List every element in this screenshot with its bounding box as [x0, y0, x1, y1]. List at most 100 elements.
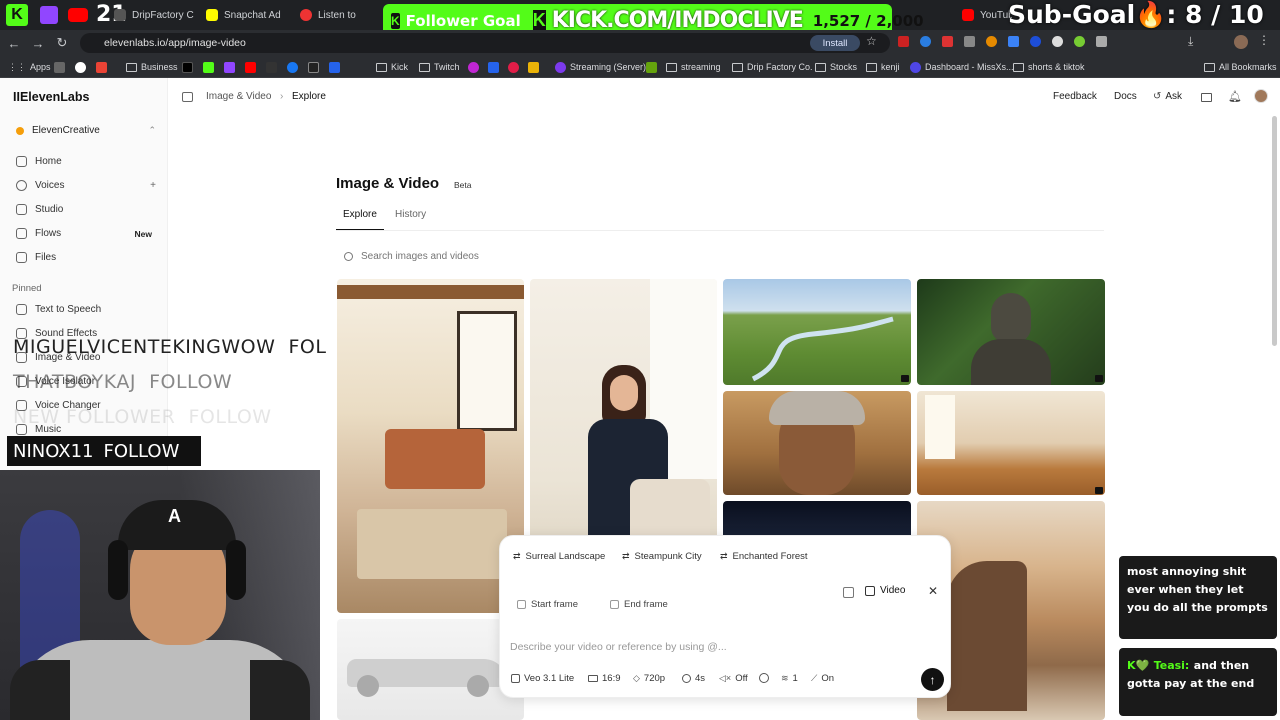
back-icon[interactable]: ← [4, 33, 24, 53]
gmail-icon[interactable] [96, 61, 107, 73]
bookmark-kenji[interactable]: kenji [866, 59, 900, 75]
bookmark-streaming-server[interactable]: Streaming (Server) [555, 59, 646, 75]
count-selector[interactable]: ≋ 1 [781, 673, 798, 684]
close-icon[interactable]: ✕ [928, 584, 938, 598]
gallery-image-buddha-jungle[interactable] [917, 279, 1105, 385]
start-frame-button[interactable]: Start frame [517, 599, 578, 610]
bookmark-streaming[interactable]: streaming [666, 59, 721, 75]
sidebar-item-home[interactable]: Home [16, 156, 62, 167]
studio-icon [16, 204, 27, 215]
browser-tab[interactable]: DripFactory C [108, 4, 198, 26]
bell-icon[interactable]: 🔔︎ [1228, 90, 1242, 103]
mode-selector[interactable]: Video [865, 585, 905, 596]
download-icon[interactable]: ⤓ [1188, 34, 1193, 49]
extension-icon[interactable] [266, 61, 277, 73]
search-input[interactable] [361, 250, 761, 262]
extension-icon[interactable] [508, 61, 519, 73]
reload-icon[interactable]: ↻ [52, 33, 72, 53]
extension-icon[interactable] [920, 36, 931, 47]
end-frame-button[interactable]: End frame [610, 599, 668, 610]
browser-tab[interactable]: YouTube [956, 4, 1012, 26]
negative-prompt-button[interactable] [759, 673, 769, 683]
shopify-icon[interactable] [646, 61, 657, 73]
google-icon[interactable] [75, 61, 86, 73]
prompt-input[interactable]: Describe your video or reference by usin… [510, 641, 930, 653]
browser-tab[interactable]: Snapchat Ad [200, 4, 290, 26]
gallery-image-hallway[interactable] [917, 391, 1105, 495]
image-mode-icon[interactable] [843, 587, 854, 598]
person-face [610, 375, 638, 411]
profile-avatar[interactable] [1234, 35, 1248, 49]
bookmark-drip-factory[interactable]: Drip Factory Co. [732, 59, 813, 75]
ask-button[interactable]: ↺ Ask [1153, 91, 1182, 102]
forward-icon[interactable]: → [28, 33, 48, 53]
bookmark-shorts[interactable]: shorts & tiktok [1013, 59, 1085, 75]
audio-toggle[interactable]: ◁× Off [719, 673, 748, 684]
user-avatar[interactable] [1254, 89, 1268, 103]
sidebar-item-files[interactable]: Files [16, 252, 56, 263]
bookmark-twitch[interactable]: Twitch [419, 59, 460, 75]
extension-icon[interactable] [308, 61, 319, 73]
extension-icon[interactable] [1030, 36, 1041, 47]
kick-icon[interactable] [203, 61, 214, 73]
suggestion-label: Surreal Landscape [525, 550, 606, 562]
address-bar[interactable]: elevenlabs.io/app/image-video [80, 33, 890, 53]
search-bar[interactable] [336, 245, 1104, 267]
puzzle-icon[interactable] [1096, 36, 1107, 47]
browser-tab[interactable]: Listen to [294, 4, 380, 26]
install-button[interactable]: Install [810, 35, 860, 51]
folder-icon[interactable] [1201, 93, 1212, 102]
submit-button[interactable]: ↑ [921, 668, 944, 691]
gallery-image-old-man[interactable] [723, 391, 911, 495]
sidebar-item-flows[interactable]: Flows New [16, 228, 152, 239]
suggestion-chip[interactable]: ⇄ Surreal Landscape [513, 548, 605, 564]
extension-icon[interactable] [964, 36, 975, 47]
docs-button[interactable]: Docs [1114, 91, 1137, 102]
breadcrumb-parent[interactable]: Image & Video [206, 91, 271, 102]
facebook-icon[interactable] [287, 61, 298, 73]
bookmark-business[interactable]: Business [126, 59, 178, 75]
sidebar-item-tts[interactable]: Text to Speech [16, 304, 101, 315]
model-selector[interactable]: Veo 3.1 Lite [511, 673, 574, 684]
twitch-icon[interactable] [224, 61, 235, 73]
tab-explore[interactable]: Explore [343, 209, 377, 220]
suggestion-chip[interactable]: ⇄ Enchanted Forest [720, 548, 808, 564]
gallery-image-living-room[interactable] [337, 279, 524, 613]
page-scrollbar[interactable] [1272, 116, 1277, 346]
tab-history[interactable]: History [395, 209, 426, 220]
bookmark-stocks[interactable]: Stocks [815, 59, 857, 75]
gallery-image-green-valley[interactable] [723, 279, 911, 385]
bookmark-apps[interactable]: ⋮⋮ Apps [8, 59, 51, 75]
suggestion-chip[interactable]: ⇄ Steampunk City [622, 548, 702, 564]
sidebar-toggle-icon[interactable] [182, 92, 193, 102]
extension-icon[interactable] [942, 36, 953, 47]
feedback-button[interactable]: Feedback [1053, 91, 1097, 102]
sidebar-item-voices[interactable]: Voices + [16, 180, 156, 191]
extension-icon[interactable] [468, 61, 479, 73]
bookmark-star-icon[interactable]: ☆ [866, 34, 877, 48]
extension-icon[interactable] [329, 61, 340, 73]
extension-icon[interactable] [1008, 36, 1019, 47]
extension-icon[interactable] [986, 36, 997, 47]
extension-icon[interactable] [898, 36, 909, 47]
brand-logo[interactable]: IIElevenLabs [13, 90, 89, 104]
gallery-image-race-car[interactable] [337, 619, 524, 720]
extension-icon[interactable] [1074, 36, 1085, 47]
menu-icon[interactable]: ⋮ [1258, 33, 1270, 47]
bookmark-dashboard[interactable]: Dashboard - MissXs... [910, 59, 1014, 75]
add-voice-button[interactable]: + [150, 180, 156, 191]
grid-icon[interactable] [54, 61, 65, 73]
x-icon[interactable] [182, 61, 193, 73]
extension-icon[interactable] [528, 61, 539, 73]
resolution-selector[interactable]: ◇ 720p [633, 673, 665, 684]
workspace-switcher[interactable]: ElevenCreative ⌃ [16, 125, 156, 136]
bookmark-kick[interactable]: Kick [376, 59, 408, 75]
sidebar-item-studio[interactable]: Studio [16, 204, 63, 215]
duration-selector[interactable]: 4s [682, 673, 705, 684]
extension-icon[interactable] [488, 61, 499, 73]
extension-icon[interactable] [1052, 36, 1063, 47]
bookmark-all[interactable]: All Bookmarks [1204, 59, 1277, 75]
enhance-toggle[interactable]: ⟋ On [811, 673, 834, 684]
aspect-selector[interactable]: 16:9 [588, 673, 621, 684]
youtube-icon[interactable] [245, 61, 256, 73]
